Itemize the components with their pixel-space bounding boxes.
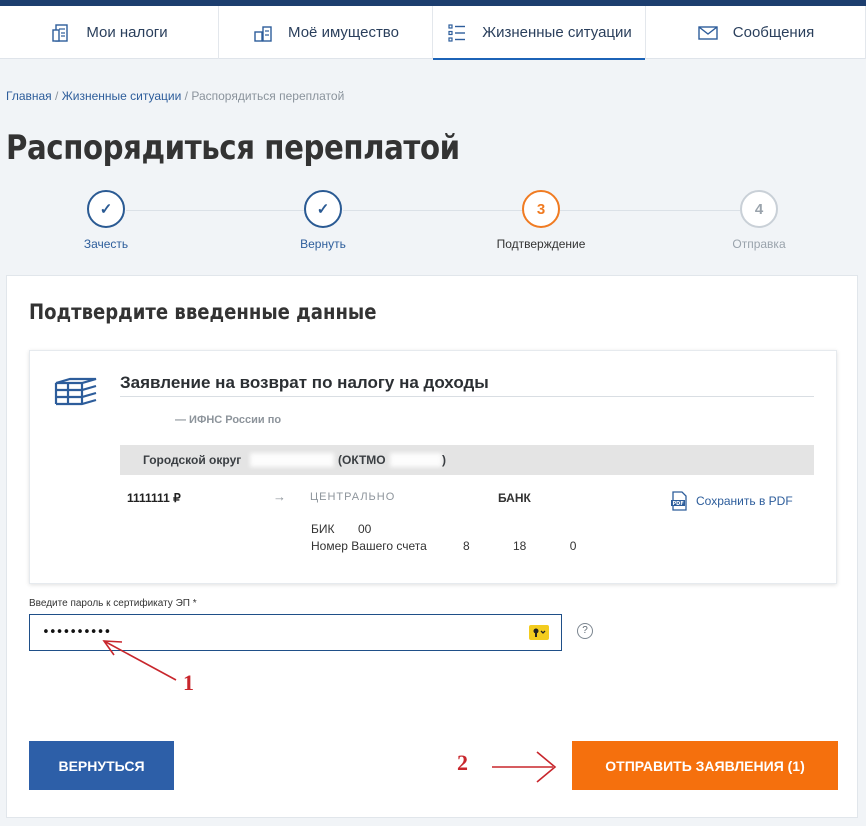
- pdf-icon: PDF: [671, 491, 687, 511]
- bank-label: БАНК: [498, 491, 531, 505]
- breadcrumb-current: Распорядиться переплатой: [191, 89, 345, 103]
- account-value: 8 18 0: [463, 539, 577, 553]
- document-title: Заявление на возврат по налогу на доходы: [120, 373, 489, 392]
- save-pdf-label: Сохранить в PDF: [696, 494, 793, 508]
- breadcrumb-section[interactable]: Жизненные ситуации: [62, 89, 182, 103]
- nav-label: Мои налоги: [86, 24, 168, 41]
- step-label: Отправка: [732, 237, 786, 251]
- nav-label: Жизненные ситуации: [482, 24, 632, 41]
- breadcrumb-home[interactable]: Главная: [6, 89, 52, 103]
- breadcrumb-separator: /: [181, 89, 192, 103]
- key-icon[interactable]: [529, 625, 549, 640]
- municipality-label: Городской округ: [143, 453, 242, 467]
- check-icon: ✓: [304, 190, 342, 228]
- help-icon[interactable]: ?: [577, 623, 593, 639]
- step-refund: ✓ Вернуть: [253, 190, 393, 251]
- envelope-icon: [698, 25, 718, 40]
- step-confirmation: 3 Подтверждение: [471, 190, 611, 251]
- password-label: Введите пароль к сертификату ЭП *: [29, 598, 197, 609]
- nav-life-situations[interactable]: Жизненные ситуации: [433, 6, 646, 60]
- divider: [120, 396, 814, 397]
- send-applications-button[interactable]: ОТПРАВИТЬ ЗАЯВЛЕНИЯ (1): [572, 741, 838, 790]
- form-title: Подтвердите введенные данные: [29, 300, 377, 324]
- bank-name: ЦЕНТРАЛЬНО: [310, 491, 396, 503]
- step-label: Вернуть: [300, 237, 346, 251]
- nav-label: Моё имущество: [288, 24, 399, 41]
- nav-label: Сообщения: [732, 24, 815, 41]
- step-label: Подтверждение: [496, 237, 586, 251]
- breadcrumb: Главная / Жизненные ситуации / Распоряди…: [6, 89, 344, 103]
- certificate-password-input[interactable]: ••••••••••: [29, 614, 562, 651]
- confirmation-card: Подтвердите введенные данные Заявление н…: [6, 275, 858, 818]
- main-nav: Мои налоги Моё имущество Жизненные ситуа…: [0, 6, 866, 60]
- document-stack-icon: [54, 377, 97, 406]
- account-label: Номер Вашего счета: [311, 539, 427, 553]
- check-icon: ✓: [87, 190, 125, 228]
- bik-value: 00: [358, 522, 372, 536]
- svg-text:PDF: PDF: [673, 501, 684, 507]
- bik-label: БИК: [311, 522, 335, 536]
- redacted-area: [250, 453, 334, 467]
- step-number: 4: [740, 190, 778, 228]
- list-icon: [448, 23, 466, 42]
- oktmo-label: (ОКТМО: [338, 453, 386, 467]
- nav-my-taxes[interactable]: Мои налоги: [0, 6, 219, 59]
- progress-stepper: ✓ Зачесть ✓ Вернуть 3 Подтверждение 4 От…: [0, 190, 866, 260]
- step-label: Зачесть: [83, 237, 129, 251]
- save-pdf-link[interactable]: PDF Сохранить в PDF: [670, 491, 793, 511]
- step-offset: ✓ Зачесть: [36, 190, 176, 251]
- tax-office: — ИФНС России по: [175, 414, 282, 426]
- application-summary: Заявление на возврат по налогу на доходы…: [29, 350, 837, 584]
- back-button[interactable]: ВЕРНУТЬСЯ: [29, 741, 174, 790]
- page-title: Распорядиться переплатой: [6, 128, 460, 168]
- password-value: ••••••••••: [42, 625, 111, 640]
- step-number: 3: [522, 190, 560, 228]
- breadcrumb-separator: /: [51, 89, 62, 103]
- refund-amount: 1111111 ₽: [127, 491, 181, 505]
- redacted-area: [390, 453, 442, 467]
- annotation-number-1: 1: [183, 670, 194, 695]
- annotation-number-2: 2: [457, 750, 468, 775]
- property-icon: [254, 25, 272, 42]
- nav-messages[interactable]: Сообщения: [646, 6, 866, 59]
- nav-my-property[interactable]: Моё имущество: [219, 6, 433, 59]
- municipality-row: Городской округ (ОКТМО ): [120, 445, 814, 475]
- arrow-right-icon: →: [273, 489, 286, 504]
- oktmo-close: ): [442, 453, 446, 467]
- step-sending: 4 Отправка: [689, 190, 829, 251]
- tax-calc-icon: [52, 23, 69, 42]
